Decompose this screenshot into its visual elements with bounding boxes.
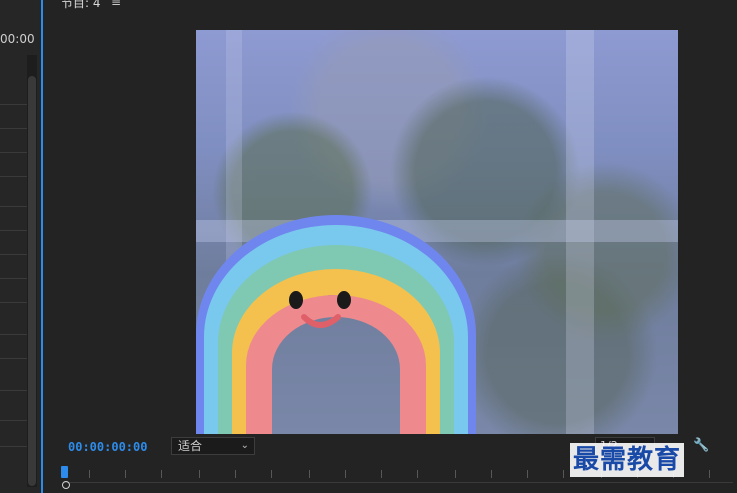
ruler-tick: [235, 470, 236, 478]
ruler-tick: [563, 470, 564, 478]
ruler-tick: [345, 470, 346, 478]
premiere-workspace: 00:00 节目: 4 ≡ 00:00:00:00 适合 ⌄ 🔧 最需教育: [0, 0, 737, 493]
ruler-tick: [161, 470, 162, 478]
track-divider: [0, 390, 27, 391]
hamburger-menu-icon[interactable]: ≡: [111, 0, 121, 9]
chevron-down-icon: ⌄: [240, 440, 249, 451]
ruler-tick: [309, 470, 310, 478]
program-monitor: 节目: 4 ≡ 00:00:00:00 适合 ⌄ 1/2: [43, 0, 737, 493]
track-divider: [0, 230, 27, 231]
track-divider: [0, 302, 27, 303]
monitor-title[interactable]: 节目: 4: [61, 0, 101, 11]
track-divider: [0, 128, 27, 129]
playhead-handle[interactable]: [61, 466, 68, 478]
playhead-knob[interactable]: [62, 481, 70, 489]
wrench-icon[interactable]: 🔧: [693, 438, 709, 453]
track-divider: [0, 176, 27, 177]
ruler-tick: [491, 470, 492, 478]
zoom-level-select[interactable]: 适合 ⌄: [171, 437, 255, 455]
timeline-panel: 00:00: [0, 0, 40, 493]
track-divider: [0, 152, 27, 153]
timeline-scrollbar-thumb[interactable]: [28, 76, 36, 486]
watermark-logo: 最需教育: [570, 443, 685, 477]
playhead-timecode[interactable]: 00:00:00:00: [68, 440, 147, 454]
timeline-timecode: 00:00: [0, 32, 35, 46]
track-divider: [0, 358, 27, 359]
ruler-tick: [455, 470, 456, 478]
ruler-tick: [527, 470, 528, 478]
ruler-tick: [381, 470, 382, 478]
track-divider: [0, 104, 27, 105]
rainbow-sticker: [196, 215, 476, 434]
track-divider: [0, 206, 27, 207]
ruler-tick: [89, 470, 90, 478]
zoom-level-value: 适合: [178, 439, 203, 453]
video-preview[interactable]: [196, 30, 678, 434]
ruler-tick: [709, 470, 710, 478]
track-divider: [0, 420, 27, 421]
ruler-tick: [199, 470, 200, 478]
track-divider: [0, 254, 27, 255]
ruler-tick: [125, 470, 126, 478]
track-divider: [0, 334, 27, 335]
ruler-tick: [417, 470, 418, 478]
track-divider: [0, 446, 27, 447]
track-divider: [0, 278, 27, 279]
ruler-tick: [271, 470, 272, 478]
